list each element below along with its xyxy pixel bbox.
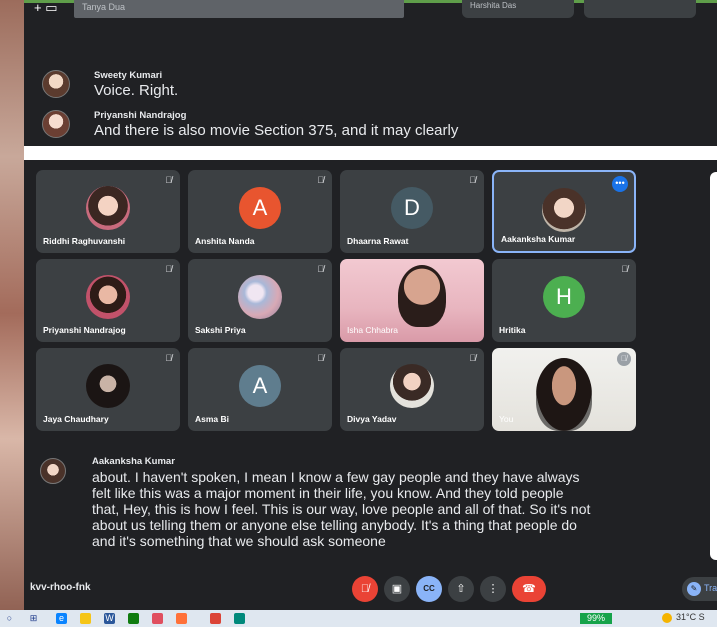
participant-tile[interactable]: 🎙̸ Priyanshi Nandrajog [36,259,180,342]
participant-tile[interactable]: 🎙̸ Riddhi Raghuvanshi [36,170,180,253]
avatar [40,458,66,484]
weather-widget[interactable]: 31°C S [662,612,705,623]
participant-name: Dhaarna Rawat [347,236,409,246]
avatar [542,188,586,232]
participant-tile[interactable]: 🎙̸ A Asma Bi [188,348,332,431]
top-meeting-screenshot: + ▭ Tanya Dua Harshita Das Sweety Kumari… [24,0,717,146]
participant-name: Jaya Chaudhary [43,414,109,424]
avatar: H [543,276,585,318]
side-panel-edge [710,172,717,560]
participant-tile[interactable]: 🎙̸ Jaya Chaudhary [36,348,180,431]
top-participant-tile [584,0,696,18]
word-icon[interactable]: W [104,613,115,624]
participant-name: Priyanshi Nandrajog [43,325,126,335]
end-call-button[interactable]: ☎ [512,576,546,602]
caption-entry: Priyanshi Nandrajog And there is also mo… [42,110,458,140]
mic-off-icon: 🎙̸ [469,353,476,363]
meeting-code: kvv-rhoo-fnk [30,582,91,593]
avatar: A [239,187,281,229]
participant-tile[interactable]: 🎙̸ H Hritika [492,259,636,342]
avatar [42,70,70,98]
video-feed [398,265,446,327]
mic-off-icon: 🎙̸ [165,264,172,274]
participant-video-tile[interactable]: Isha Chhabra [340,259,484,342]
avatar: D [391,187,433,229]
avatar [86,275,130,319]
screenshot-collage: + ▭ Tanya Dua Harshita Das Sweety Kumari… [0,0,717,627]
battery-indicator: 99% [580,613,612,624]
windows-taskbar: ○ ⊞ e W 99% 31°C S [0,610,717,627]
more-options-icon[interactable]: ••• [612,176,628,192]
participant-name: You [499,414,514,424]
participant-name: Asma Bi [195,414,230,424]
participant-tile[interactable]: 🎙̸ D Dhaarna Rawat [340,170,484,253]
chrome-icon[interactable] [210,613,221,624]
meet-icon[interactable] [234,613,245,624]
mic-off-icon: 🎙̸ [317,264,324,274]
top-toolbar-icons: + ▭ [34,0,58,15]
mic-off-icon: 🎙̸ [469,175,476,185]
translate-icon: ✎ [687,582,701,596]
participant-name: Anshita Nanda [195,236,255,246]
participant-tile[interactable]: 🎙̸ Divya Yadav [340,348,484,431]
caption-text: Voice. Right. [94,82,179,99]
mic-toggle-button[interactable]: 🎙̸ [352,576,378,602]
mic-off-icon: 🎙̸ [621,264,628,274]
video-feed [536,358,592,431]
app-icon[interactable] [152,613,163,624]
participant-name: Isha Chhabra [347,325,399,335]
self-video-tile[interactable]: 🎙̸ You [492,348,636,431]
caption-text: And there is also movie Section 375, and… [94,122,459,139]
avatar [86,364,130,408]
edge-browser-icon[interactable]: e [56,613,67,624]
firefox-icon[interactable] [176,613,187,624]
participant-name: Riddhi Raghuvanshi [43,236,126,246]
task-view-icon[interactable]: ⊞ [28,613,39,624]
translate-button[interactable]: ✎ Tra [682,577,717,601]
top-name-field[interactable]: Tanya Dua [74,0,404,18]
background-photo-strip [0,0,24,627]
participant-tile[interactable]: 🎙̸ Sakshi Priya [188,259,332,342]
caption-text: about. I haven't spoken, I mean I know a… [92,469,591,549]
caption-entry: Sweety Kumari Voice. Right. [42,70,178,100]
mic-off-icon: 🎙̸ [617,352,631,366]
captions-button[interactable]: CC [416,576,442,602]
file-explorer-icon[interactable] [80,613,91,624]
sun-icon [662,612,672,623]
more-options-button[interactable]: ⋮ [480,576,506,602]
caption-speaker: Priyanshi Nandrajog [94,110,187,121]
top-participant-tile: Harshita Das [462,0,574,18]
participant-tile-active[interactable]: ••• Aakanksha Kumar [492,170,636,253]
main-meeting-screenshot: 🎙̸ Riddhi Raghuvanshi 🎙̸ A Anshita Nanda… [24,160,717,610]
app-icon[interactable] [128,613,139,624]
mic-off-icon: 🎙̸ [165,353,172,363]
avatar: A [239,365,281,407]
participant-name: Aakanksha Kumar [501,234,576,244]
participant-name: Hritika [499,325,526,335]
search-icon[interactable]: ○ [4,613,15,624]
caption-speaker: Sweety Kumari [94,70,163,81]
avatar [86,186,130,230]
camera-toggle-button[interactable]: ▣ [384,576,410,602]
mic-off-icon: 🎙̸ [165,175,172,185]
participant-name: Divya Yadav [347,414,397,424]
mic-off-icon: 🎙̸ [317,175,324,185]
avatar [238,275,282,319]
mic-off-icon: 🎙̸ [317,353,324,363]
participant-name: Sakshi Priya [195,325,246,335]
meeting-controls-bar: kvv-rhoo-fnk 🎙̸ ▣ CC ⇧ ⋮ ☎ ✎ Tra [24,572,717,610]
avatar [42,110,70,138]
caption-speaker: Aakanksha Kumar [92,456,175,467]
avatar [390,364,434,408]
present-button[interactable]: ⇧ [448,576,474,602]
participant-tile[interactable]: 🎙̸ A Anshita Nanda [188,170,332,253]
